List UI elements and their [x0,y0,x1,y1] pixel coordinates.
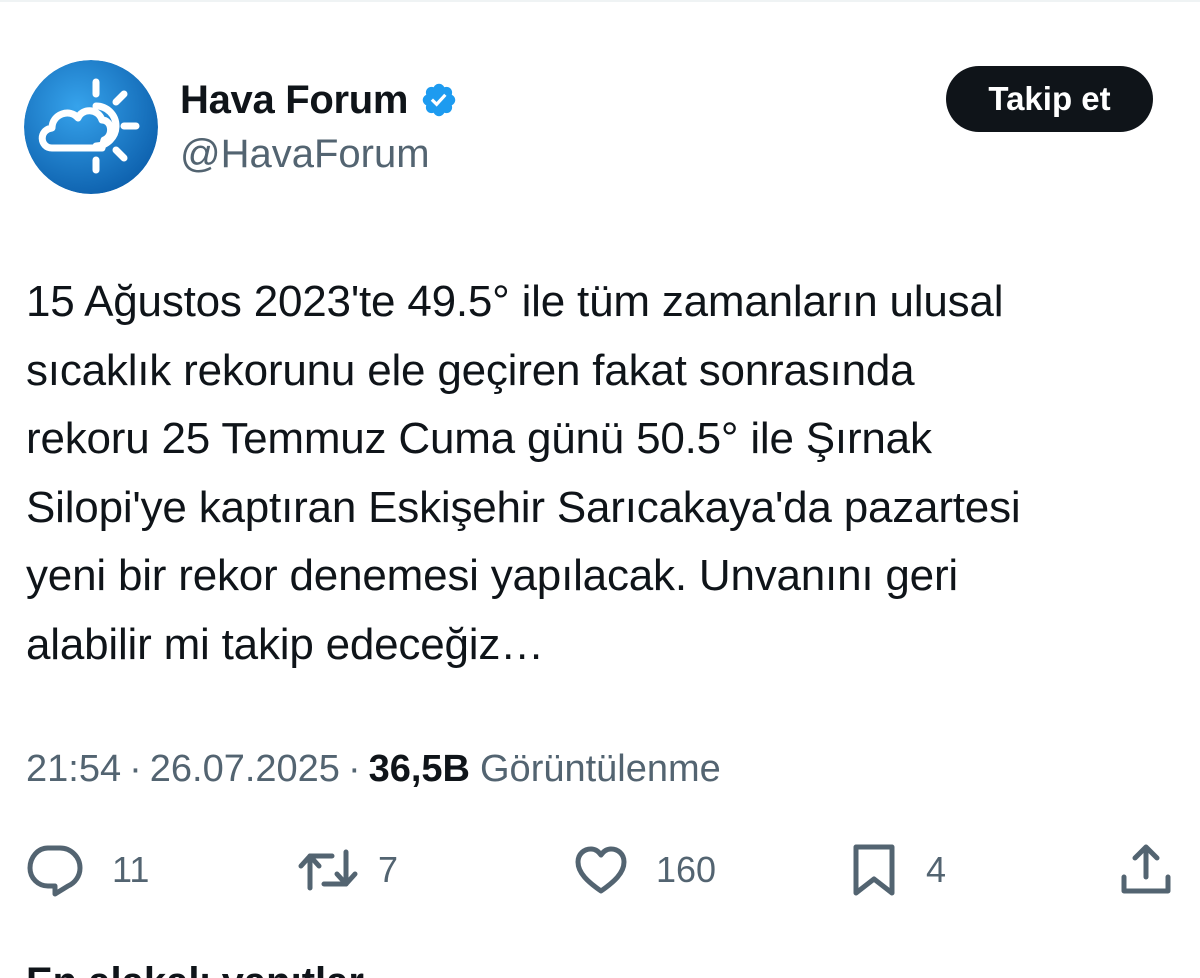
repost-button[interactable]: 7 [298,838,398,902]
meta-separator: · [129,748,142,790]
tweet-line: rekoru 25 Temmuz Cuma günü 50.5° ile Şır… [26,414,932,463]
avatar[interactable] [24,60,158,194]
tweet-line: yeni bir rekor denemesi yapılacak. Unvan… [26,551,958,600]
like-count: 160 [656,849,717,890]
repost-count: 7 [378,849,399,890]
display-name[interactable]: Hava Forum [180,78,408,123]
like-button[interactable]: 160 [574,838,716,902]
tweet-line: alabilir mi takip edeceğiz… [26,619,544,669]
share-button[interactable] [1120,838,1172,902]
tweet-line: 15 Ağustos 2023'te 49.5° ile tüm zamanla… [26,277,1004,326]
tweet-line: Silopi'ye kaptıran Eskişehir Sarıcakaya'… [26,482,1021,532]
follow-button[interactable]: Takip et [946,66,1153,132]
tweet-date[interactable]: 26.07.2025 [150,748,340,791]
like-icon [575,846,627,894]
tweet-actions: 11 7 160 4 [0,838,1200,902]
views-label: Görüntülenme [480,748,721,790]
cloud-sun-icon [24,60,158,194]
reply-icon [27,845,83,897]
reply-button[interactable]: 11 [26,838,149,902]
share-icon [1121,844,1171,894]
replies-section-heading: En alakalı yanıtlar [26,962,446,978]
account-handle[interactable]: @HavaForum [180,132,430,177]
name-row: Hava Forum [180,76,458,124]
top-divider [0,0,1200,2]
reply-count: 11 [112,849,150,890]
tweet-text: 15 Ağustos 2023'te 49.5° ile tüm zamanla… [26,268,1186,679]
replies-heading-text: En alakalı yanıtlar [26,962,446,978]
tweet-time[interactable]: 21:54 [26,748,121,791]
tweet-line: sıcaklık rekorunu ele geçiren fakat sonr… [26,345,915,395]
tweet-meta: 21:54 · 26.07.2025 · 36,5B Görüntülenme [26,748,721,791]
bookmark-count: 4 [926,849,947,890]
views-count[interactable]: 36,5B [369,748,470,791]
meta-separator: · [347,748,361,790]
repost-icon [298,849,358,891]
bookmark-icon [853,844,895,896]
tweet-detail-page: Hava Forum @HavaForum Takip et 15 Ağusto… [0,0,1200,978]
bookmark-button[interactable]: 4 [852,838,946,902]
verified-badge-icon [422,83,456,117]
